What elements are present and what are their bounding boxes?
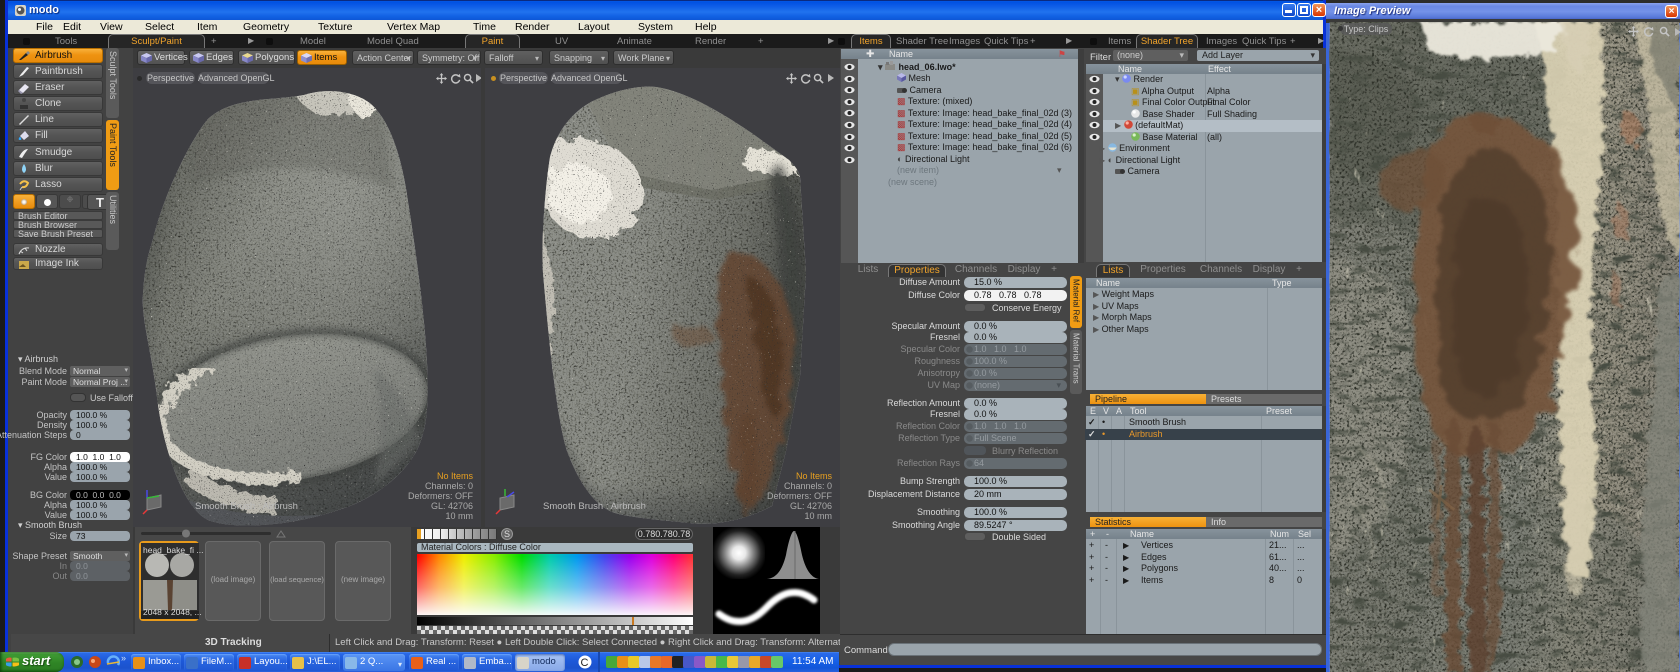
svg-text:C: C — [581, 657, 589, 669]
